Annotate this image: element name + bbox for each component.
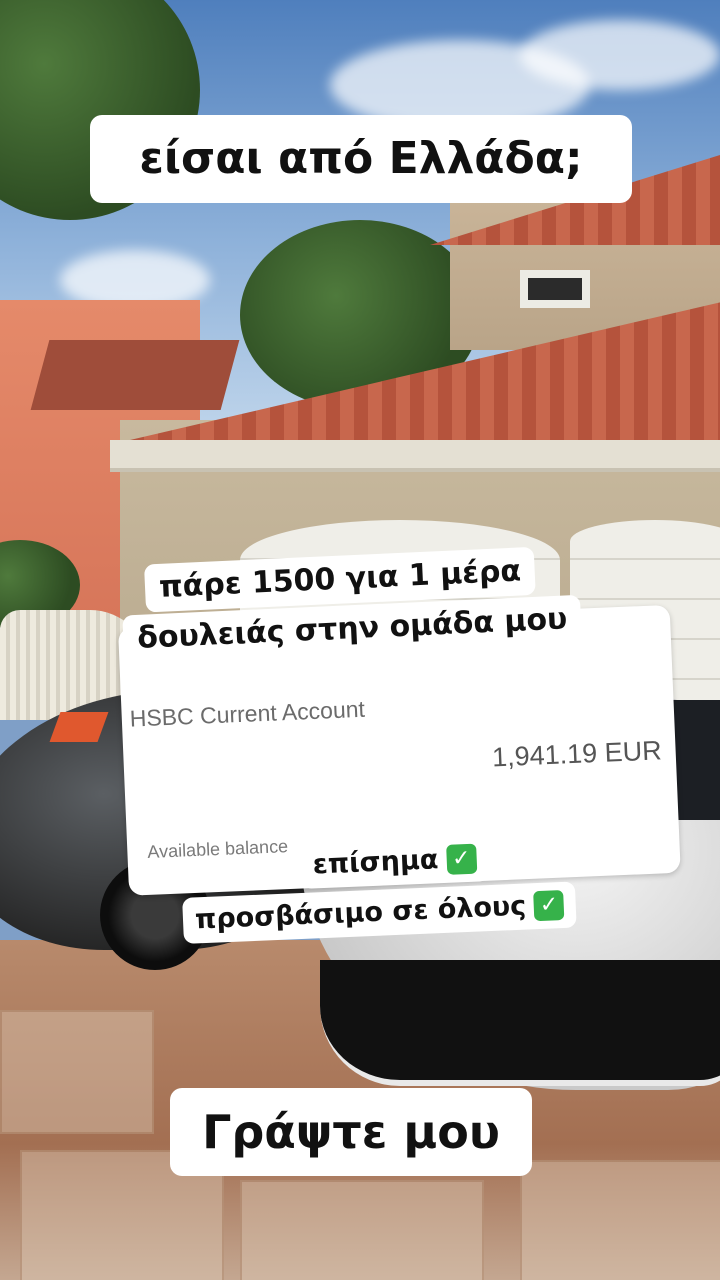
badge-text: επίσημα [312, 844, 439, 881]
available-balance-label: Available balance [146, 836, 289, 862]
check-mark-icon: ✓ [533, 889, 565, 922]
badge-official: επίσημα ✓ [299, 835, 490, 889]
contact-caption: Γράψτε μου [170, 1088, 532, 1176]
upper-window [520, 270, 590, 308]
driveway-tile [0, 1010, 154, 1134]
roof-edge [110, 440, 720, 472]
cloud [520, 20, 720, 90]
account-name: HSBC Current Account [129, 695, 366, 732]
pink-house-roof [30, 340, 240, 410]
question-caption: είσαι από Ελλάδα; [90, 115, 632, 203]
car-front-grille [320, 960, 720, 1086]
balance-amount: 1,941.19 EUR [491, 735, 663, 773]
driveway-tile [240, 1180, 484, 1280]
driveway-tile [520, 1160, 720, 1280]
check-mark-icon: ✓ [445, 843, 477, 875]
